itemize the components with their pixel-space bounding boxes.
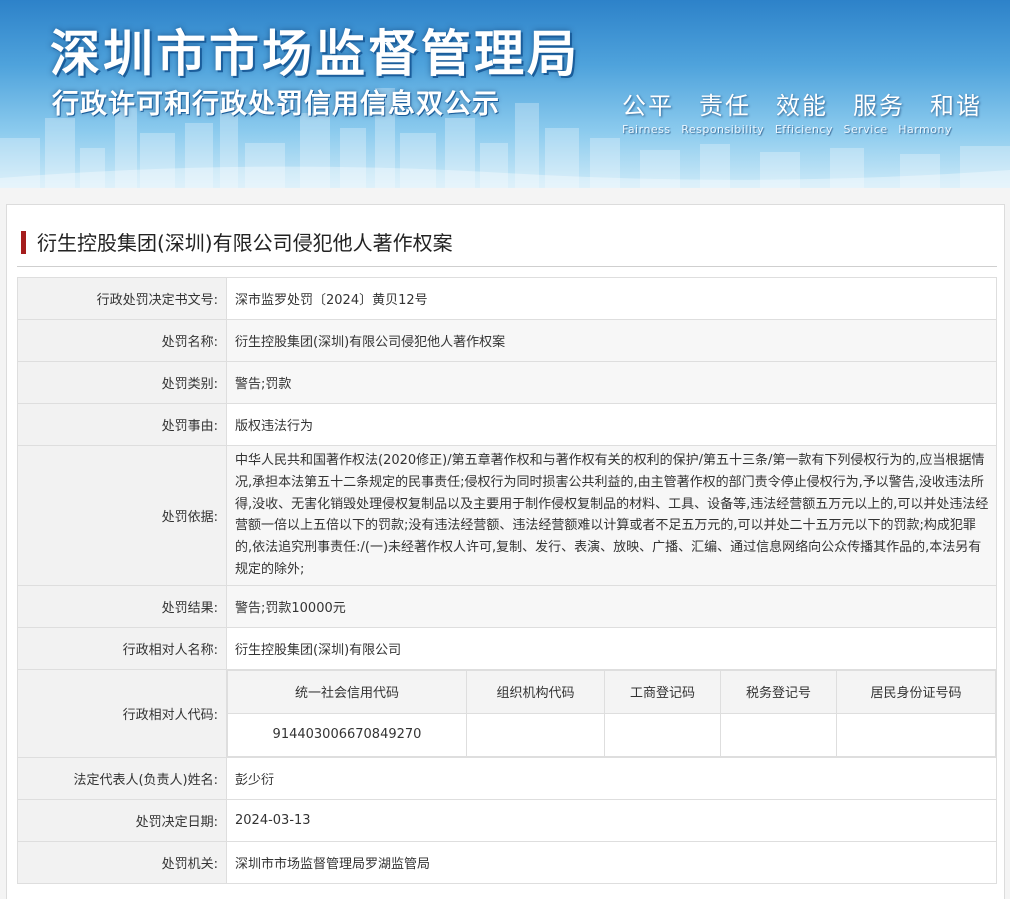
code-value-tax	[720, 712, 837, 757]
slogan-en-fairness: Fairness	[622, 123, 671, 136]
table-row: 处罚决定日期: 2024-03-13	[17, 798, 997, 842]
penalty-reason-label: 处罚事由:	[17, 403, 227, 446]
table-row: 法定代表人(负责人)姓名: 彭少衍	[17, 756, 997, 800]
code-value-row: 914403006670849270	[227, 712, 996, 757]
case-detail-panel: 衍生控股集团(深圳)有限公司侵犯他人著作权案 行政处罚决定书文号: 深市监罗处罚…	[6, 204, 1005, 899]
penalty-category-value: 警告;罚款	[226, 361, 997, 404]
penalty-name-value: 衍生控股集团(深圳)有限公司侵犯他人著作权案	[226, 319, 997, 362]
doc-no-label: 行政处罚决定书文号:	[17, 277, 227, 320]
code-header-org: 组织机构代码	[466, 669, 605, 714]
slogan-fairness: 公平	[622, 92, 674, 120]
authority-value: 深圳市市场监督管理局罗湖监管局	[226, 840, 997, 884]
case-info-table: 行政处罚决定书文号: 深市监罗处罚〔2024〕黄贝12号 处罚名称: 衍生控股集…	[17, 277, 997, 884]
slogan-efficiency: 效能	[776, 92, 828, 120]
party-name-label: 行政相对人名称:	[17, 626, 227, 670]
code-header-id: 居民身份证号码	[836, 669, 996, 714]
header-banner: 深圳市市场监督管理局 行政许可和行政处罚信用信息双公示 公平 责任 效能 服务 …	[0, 0, 1010, 188]
party-name-value: 衍生控股集团(深圳)有限公司	[226, 626, 997, 670]
penalty-result-label: 处罚结果:	[17, 584, 227, 628]
code-header-credit: 统一社会信用代码	[227, 669, 467, 714]
penalty-result-value: 警告;罚款10000元	[226, 584, 997, 628]
code-header-tax: 税务登记号	[720, 669, 837, 714]
table-row: 行政相对人代码: 统一社会信用代码 组织机构代码 工商登记码 税务登记号 居民身…	[17, 668, 997, 758]
case-title-header: 衍生控股集团(深圳)有限公司侵犯他人著作权案	[17, 225, 997, 267]
title-accent-bar	[21, 231, 26, 254]
doc-no-value: 深市监罗处罚〔2024〕黄贝12号	[226, 277, 997, 320]
penalty-category-label: 处罚类别:	[17, 361, 227, 404]
penalty-reason-value: 版权违法行为	[226, 403, 997, 446]
site-subtitle: 行政许可和行政处罚信用信息双公示	[52, 89, 500, 120]
slogans: 公平 责任 效能 服务 和谐 Fairness Responsibility E…	[622, 86, 982, 136]
slogan-en-responsibility: Responsibility	[681, 123, 765, 136]
case-title: 衍生控股集团(深圳)有限公司侵犯他人著作权案	[37, 231, 453, 255]
table-row: 处罚依据: 中华人民共和国著作权法(2020修正)/第五章著作权和与著作权有关的…	[17, 445, 997, 586]
table-row: 处罚事由: 版权违法行为	[17, 403, 997, 446]
decision-date-label: 处罚决定日期:	[17, 798, 227, 842]
penalty-basis-label: 处罚依据:	[17, 445, 227, 586]
table-row: 处罚结果: 警告;罚款10000元	[17, 584, 997, 628]
code-value-business	[604, 712, 721, 757]
code-header-row: 统一社会信用代码 组织机构代码 工商登记码 税务登记号 居民身份证号码	[227, 669, 996, 714]
code-value-id	[836, 712, 996, 757]
table-row: 行政相对人名称: 衍生控股集团(深圳)有限公司	[17, 626, 997, 670]
code-value-org	[466, 712, 605, 757]
slogan-harmony: 和谐	[930, 92, 982, 120]
decision-date-value: 2024-03-13	[226, 798, 997, 842]
legal-rep-value: 彭少衍	[226, 756, 997, 800]
slogan-en-harmony: Harmony	[898, 123, 952, 136]
code-header-business: 工商登记码	[604, 669, 721, 714]
legal-rep-label: 法定代表人(负责人)姓名:	[17, 756, 227, 800]
slogan-en-service: Service	[843, 123, 888, 136]
table-row: 处罚机关: 深圳市市场监督管理局罗湖监管局	[17, 840, 997, 884]
penalty-basis-value: 中华人民共和国著作权法(2020修正)/第五章著作权和与著作权有关的权利的保护/…	[226, 445, 997, 586]
site-title: 深圳市市场监督管理局	[50, 25, 580, 83]
party-code-label: 行政相对人代码:	[17, 668, 227, 758]
slogan-service: 服务	[853, 92, 905, 120]
penalty-name-label: 处罚名称:	[17, 319, 227, 362]
table-row: 处罚类别: 警告;罚款	[17, 361, 997, 404]
slogan-responsibility: 责任	[699, 92, 751, 120]
table-row: 处罚名称: 衍生控股集团(深圳)有限公司侵犯他人著作权案	[17, 319, 997, 362]
slogan-en-efficiency: Efficiency	[774, 123, 833, 136]
party-code-table: 统一社会信用代码 组织机构代码 工商登记码 税务登记号 居民身份证号码 9144…	[227, 669, 996, 757]
table-row: 行政处罚决定书文号: 深市监罗处罚〔2024〕黄贝12号	[17, 277, 997, 320]
code-value-credit: 914403006670849270	[227, 712, 467, 757]
party-code-cell: 统一社会信用代码 组织机构代码 工商登记码 税务登记号 居民身份证号码 9144…	[226, 668, 997, 758]
authority-label: 处罚机关:	[17, 840, 227, 884]
